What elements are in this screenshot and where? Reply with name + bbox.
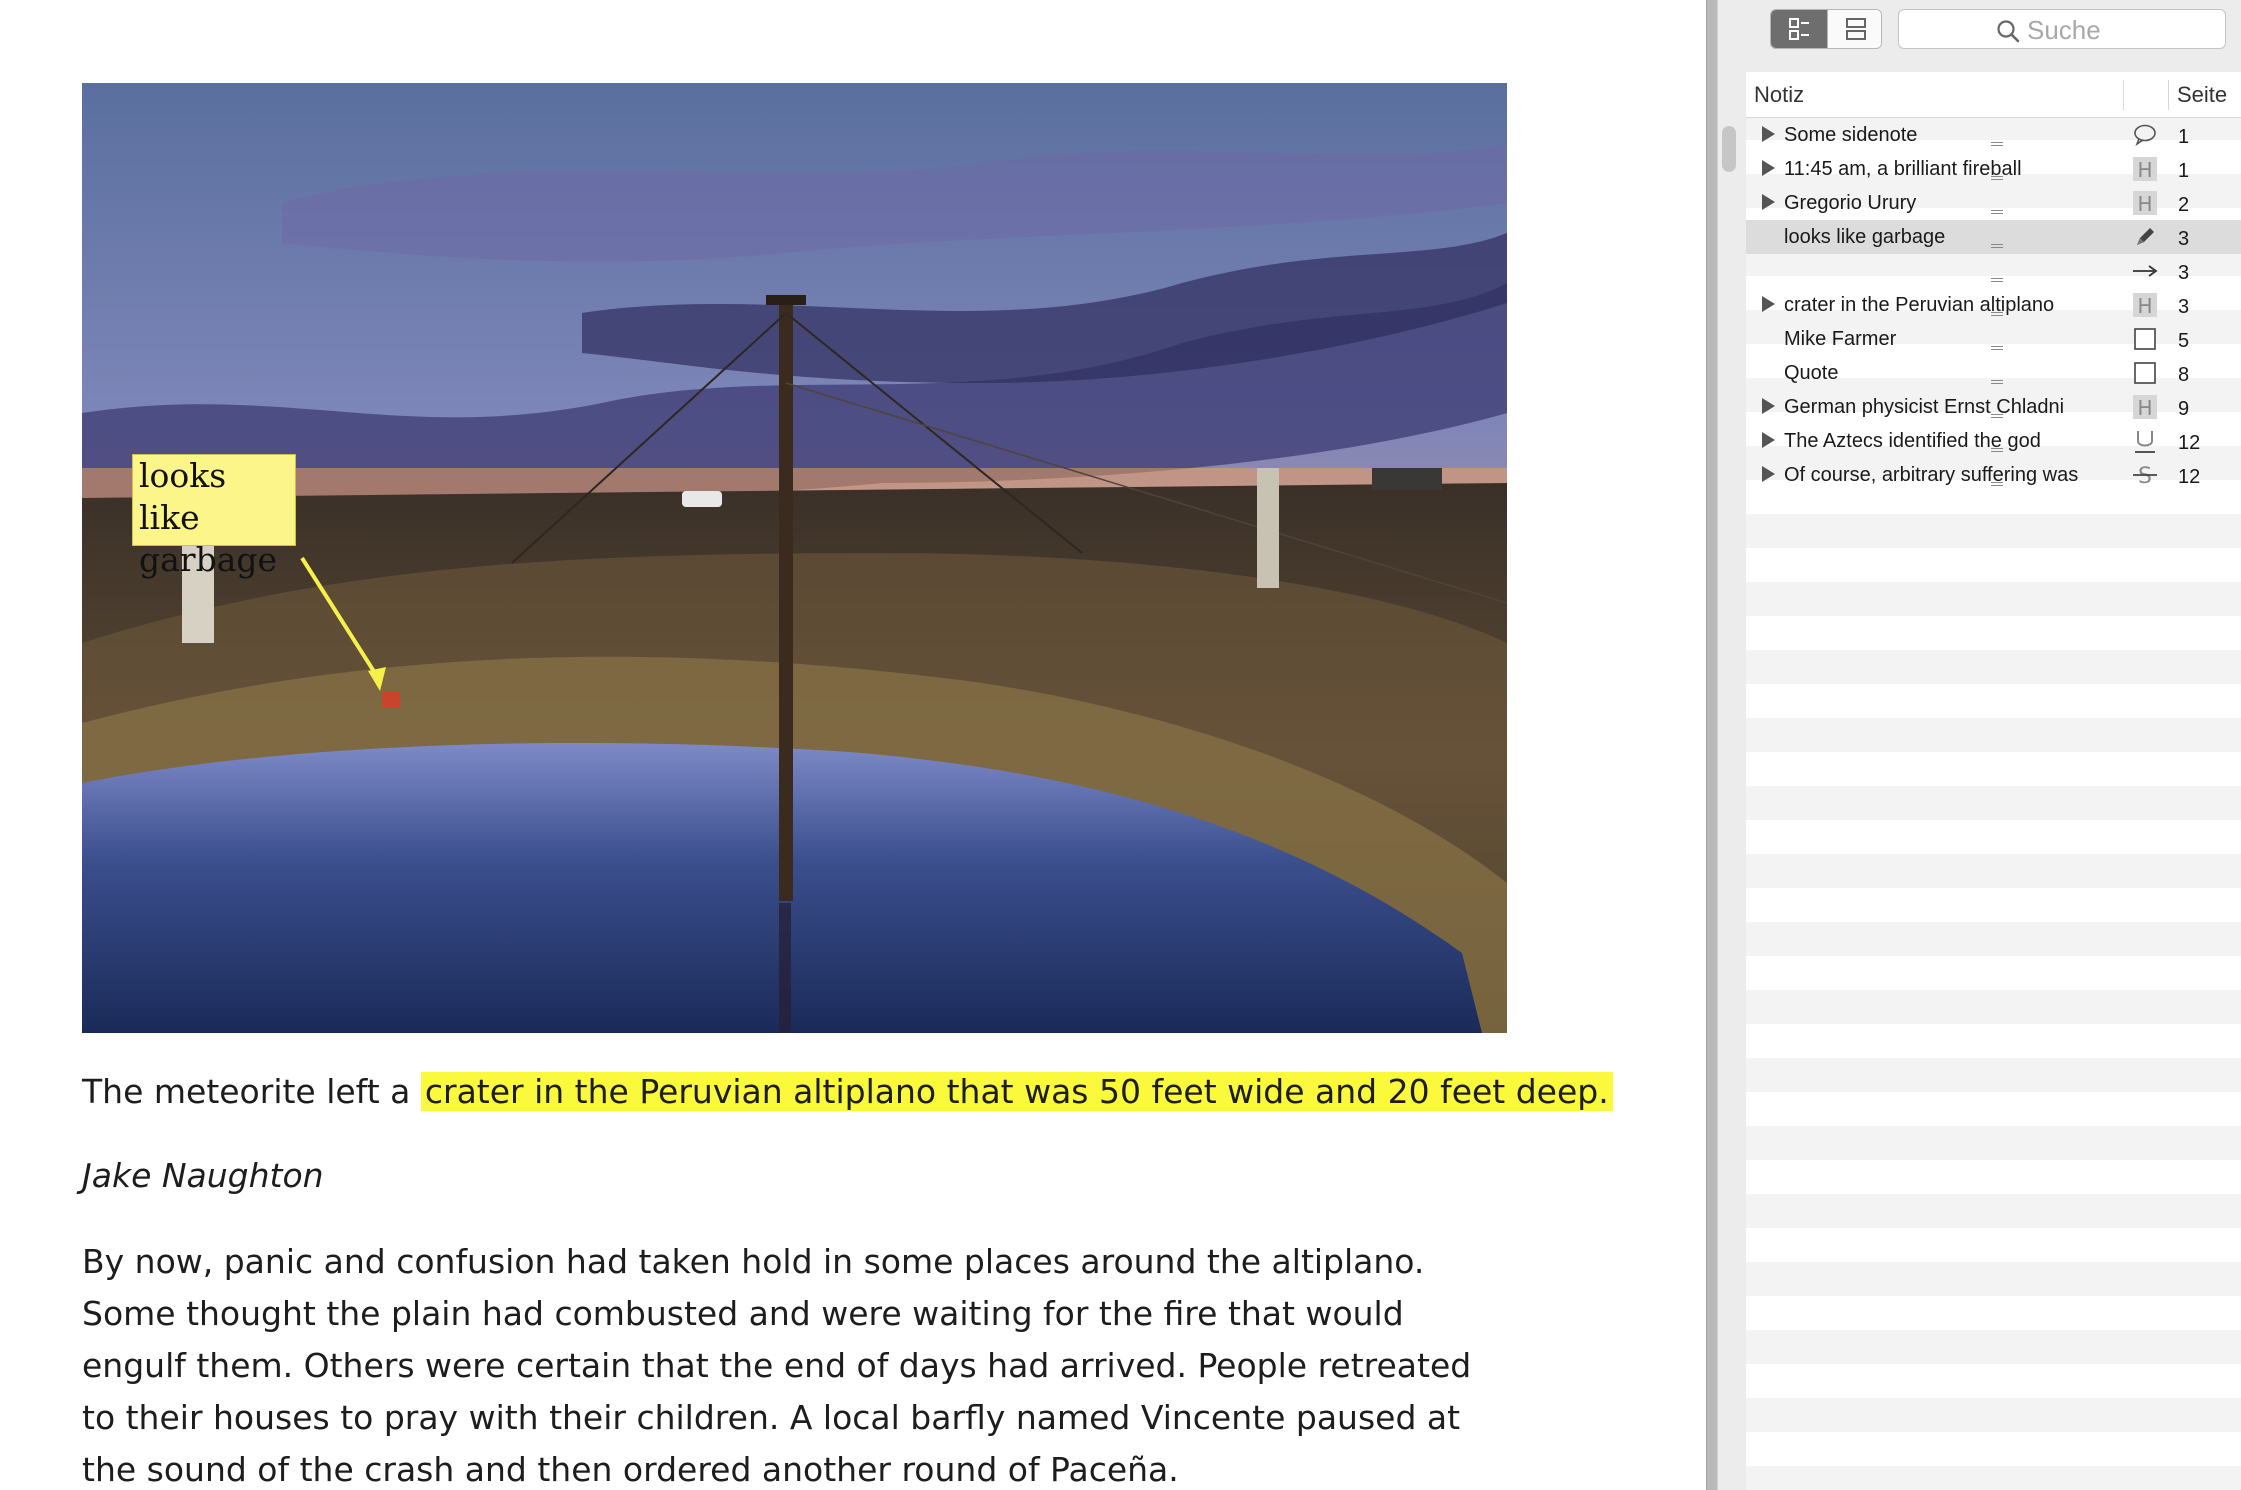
svg-text:S: S: [2138, 464, 2152, 488]
highlight-icon: H: [2132, 394, 2158, 420]
document-pane: looks like garbage The meteorite left a …: [0, 0, 1706, 1490]
note-label: Mike Farmer: [1784, 328, 1897, 350]
note-row[interactable]: 11:45 am, a brilliant fireball H 1: [1746, 152, 2241, 186]
row-resize-handle-icon: [1991, 448, 2003, 452]
note-page-number: 12: [2178, 466, 2201, 488]
disclosure-triangle-icon[interactable]: [1762, 466, 1775, 482]
note-page-number: 5: [2178, 330, 2190, 352]
notes-table: Notiz Seite Some sidenote 1 11:45 am, a br…: [1746, 72, 2241, 1490]
view-mode-segmented-control: [1770, 9, 1882, 49]
column-separator: [2168, 80, 2169, 110]
document-photo: [82, 83, 1507, 1033]
byline: Jake Naughton: [82, 1156, 324, 1195]
note-page-number: 3: [2178, 296, 2190, 318]
row-resize-handle-icon: [1991, 380, 2003, 384]
pencil-icon: [2132, 224, 2158, 250]
search-placeholder: Suche: [2027, 15, 2101, 45]
note-row[interactable]: Quote 8: [1746, 356, 2241, 390]
note-row[interactable]: Of course, arbitrary suffering was S 12: [1746, 458, 2241, 492]
paragraph-body: By now, panic and confusion had taken ho…: [82, 1242, 1472, 1489]
svg-text:H: H: [2137, 192, 2152, 216]
note-row[interactable]: 3: [1746, 254, 2241, 288]
photo-sticky-note[interactable]: looks like garbage: [132, 454, 296, 579]
sticky-note-text: looks like garbage: [139, 456, 278, 579]
disclosure-triangle-icon[interactable]: [1762, 126, 1775, 142]
row-resize-handle-icon: [1991, 312, 2003, 316]
note-page-number: 12: [2178, 432, 2201, 454]
note-label: crater in the Peruvian altiplano: [1784, 294, 2055, 316]
note-label: Some sidenote: [1784, 124, 1918, 146]
paragraph-meteorite: The meteorite left a crater in the Peruv…: [82, 1068, 1613, 1116]
box-icon: [2132, 326, 2158, 352]
note-row[interactable]: Mike Farmer 5: [1746, 322, 2241, 356]
note-page-number: 8: [2178, 364, 2190, 386]
disclosure-triangle-icon[interactable]: [1762, 160, 1775, 176]
cards-list-icon: [1846, 18, 1866, 40]
arrow-icon: [2132, 258, 2158, 284]
strikethrough-icon: S: [2132, 462, 2158, 489]
row-resize-handle-icon: [1991, 278, 2003, 282]
note-label: Of course, arbitrary suffering was: [1784, 464, 2079, 486]
column-header-note[interactable]: Notiz: [1754, 82, 1804, 108]
note-page-number: 1: [2178, 160, 2190, 182]
row-resize-handle-icon: [1991, 176, 2003, 180]
column-separator: [2123, 80, 2124, 110]
row-resize-handle-icon: [1991, 142, 2003, 146]
note-row[interactable]: The Aztecs identified the god 12: [1746, 424, 2241, 458]
outline-list-icon: [1789, 18, 1809, 40]
comment-icon: [2132, 122, 2158, 148]
search-field[interactable]: Suche: [1898, 9, 2226, 49]
column-header-page[interactable]: Seite: [2177, 82, 2227, 108]
note-page-number: 3: [2178, 228, 2190, 250]
row-resize-handle-icon: [1991, 346, 2003, 350]
row-resize-handle-icon: [1991, 482, 2003, 486]
search-icon: [1997, 20, 2020, 43]
note-row[interactable]: crater in the Peruvian altiplano H 3: [1746, 288, 2241, 322]
disclosure-triangle-icon[interactable]: [1762, 194, 1775, 210]
notes-sidebar: Suche Notiz Seite Some sidenote 1 11:45 am…: [1718, 0, 2241, 1490]
note-label: looks like garbage: [1784, 226, 1946, 248]
highlight-icon: H: [2132, 292, 2158, 318]
box-icon: [2132, 360, 2158, 386]
note-page-number: 1: [2178, 126, 2190, 148]
note-label: Gregorio Urury: [1784, 192, 1917, 214]
row-resize-handle-icon: [1991, 414, 2003, 418]
note-page-number: 3: [2178, 262, 2190, 284]
disclosure-triangle-icon[interactable]: [1762, 432, 1775, 448]
split-divider[interactable]: [1706, 0, 1718, 1490]
note-page-number: 2: [2178, 194, 2190, 216]
note-row[interactable]: looks like garbage 3: [1746, 220, 2241, 254]
note-label: 11:45 am, a brilliant fireball: [1784, 158, 2022, 180]
row-resize-handle-icon: [1991, 244, 2003, 248]
underline-icon: [2132, 428, 2158, 454]
cards-view-button[interactable]: [1827, 10, 1881, 48]
svg-text:H: H: [2137, 294, 2152, 318]
disclosure-triangle-icon[interactable]: [1762, 296, 1775, 312]
highlighted-text[interactable]: crater in the Peruvian altiplano that wa…: [420, 1072, 1613, 1111]
disclosure-triangle-icon[interactable]: [1762, 398, 1775, 414]
notes-table-header: Notiz Seite: [1746, 72, 2241, 118]
row-resize-handle-icon: [1991, 210, 2003, 214]
note-row[interactable]: German physicist Ernst Chladni H 9: [1746, 390, 2241, 424]
note-label: German physicist Ernst Chladni: [1784, 396, 2065, 418]
highlight-icon: H: [2132, 156, 2158, 182]
outline-view-button[interactable]: [1771, 10, 1827, 48]
paragraph-prefix: The meteorite left a: [82, 1072, 421, 1111]
note-label: Quote: [1784, 362, 1839, 384]
svg-text:H: H: [2137, 396, 2152, 420]
sidebar-scrollbar-thumb[interactable]: [1722, 126, 1736, 172]
note-row[interactable]: Gregorio Urury H 2: [1746, 186, 2241, 220]
note-row[interactable]: Some sidenote 1: [1746, 118, 2241, 152]
note-page-number: 9: [2178, 398, 2190, 420]
svg-text:H: H: [2137, 158, 2152, 182]
highlight-icon: H: [2132, 190, 2158, 216]
sidebar-toolbar: Suche: [1718, 0, 2241, 60]
